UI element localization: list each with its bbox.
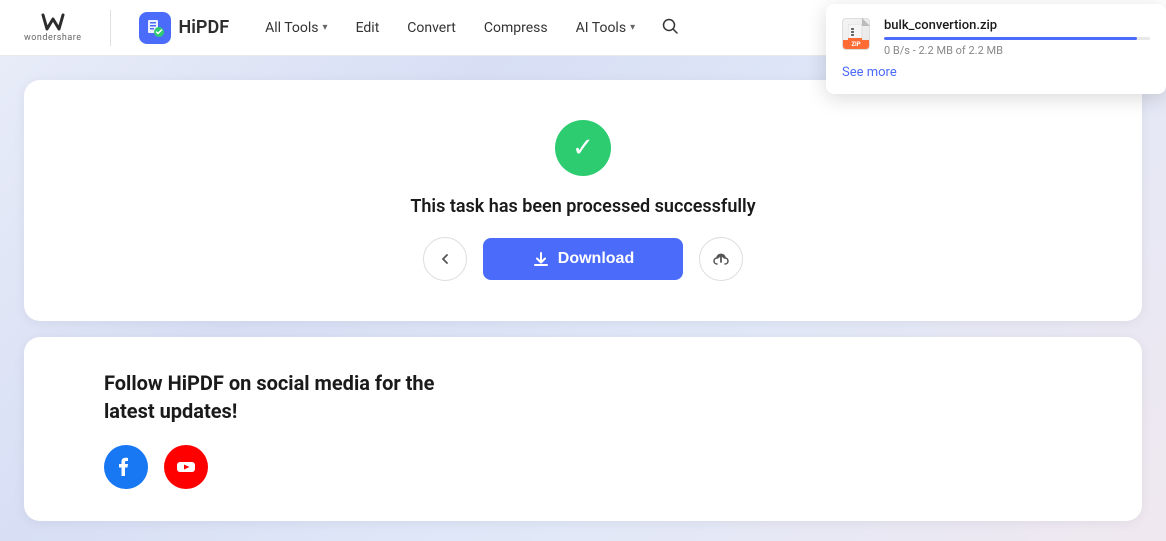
nav-ai-tools[interactable]: AI Tools ▾	[564, 14, 647, 42]
wondershare-logo: wondershare	[24, 13, 82, 43]
all-tools-chevron-icon: ▾	[323, 22, 328, 33]
back-button[interactable]	[423, 237, 467, 281]
social-icons	[104, 445, 208, 489]
download-popup: ZIP bulk_convertion.zip 0 B/s - 2.2 MB o…	[826, 4, 1166, 94]
logo-area: wondershare HiPDF	[24, 10, 229, 46]
hipdf-logo: HiPDF	[139, 12, 230, 44]
upload-cloud-button[interactable]	[699, 237, 743, 281]
main-content: ✓ This task has been processed successfu…	[0, 56, 1166, 541]
hipdf-name: HiPDF	[179, 17, 230, 38]
popup-progress-fill	[884, 37, 1137, 40]
social-title: Follow HiPDF on social media for thelate…	[104, 369, 434, 425]
action-row: Download	[423, 237, 743, 281]
see-more-link[interactable]: See more	[842, 65, 1150, 80]
download-icon	[532, 250, 550, 268]
upload-cloud-icon	[712, 250, 730, 268]
popup-filename: bulk_convertion.zip	[884, 18, 1150, 33]
wondershare-icon	[39, 13, 67, 33]
nav-compress[interactable]: Compress	[472, 14, 560, 42]
download-button[interactable]: Download	[483, 238, 683, 280]
ai-tools-chevron-icon: ▾	[630, 22, 635, 33]
nav-all-tools[interactable]: All Tools ▾	[253, 14, 339, 42]
success-icon-circle: ✓	[555, 120, 611, 176]
search-button[interactable]	[651, 11, 689, 45]
wondershare-text: wondershare	[24, 33, 82, 43]
nav-edit[interactable]: Edit	[344, 14, 392, 42]
header-divider	[110, 10, 111, 46]
popup-status: 0 B/s - 2.2 MB of 2.2 MB	[884, 44, 1150, 57]
popup-progress-bar	[884, 37, 1150, 40]
social-media-card: Follow HiPDF on social media for thelate…	[24, 337, 1142, 521]
nav-convert[interactable]: Convert	[395, 14, 468, 42]
facebook-button[interactable]	[104, 445, 148, 489]
zip-file-icon: ZIP	[842, 18, 874, 50]
youtube-button[interactable]	[164, 445, 208, 489]
hipdf-icon	[139, 12, 171, 44]
popup-file-info: bulk_convertion.zip 0 B/s - 2.2 MB of 2.…	[884, 18, 1150, 57]
download-item: ZIP bulk_convertion.zip 0 B/s - 2.2 MB o…	[842, 18, 1150, 57]
success-message: This task has been processed successfull…	[410, 196, 755, 217]
success-card: ✓ This task has been processed successfu…	[24, 80, 1142, 321]
checkmark-icon: ✓	[572, 135, 594, 161]
